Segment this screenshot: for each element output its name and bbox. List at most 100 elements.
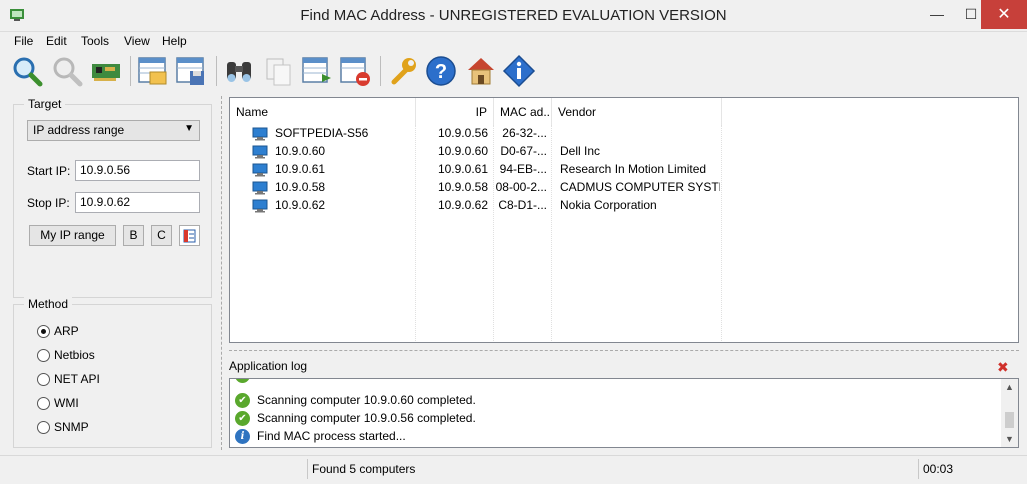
table-row[interactable]: 10.9.0.58 10.9.0.58 08-00-2... CADMUS CO… (230, 179, 1018, 197)
export-list-icon[interactable] (300, 54, 334, 88)
radio-button[interactable] (37, 421, 50, 434)
cell-ip: 10.9.0.56 (437, 126, 488, 140)
my-ip-range-button[interactable]: My IP range (29, 225, 116, 246)
menu-view[interactable]: View (124, 34, 150, 48)
log-line: ✔ Scanning computer 10.9.0.60 completed. (235, 392, 995, 410)
log-text: Scanning computer 10.9.0.56 completed. (257, 411, 476, 425)
save-list-icon[interactable] (174, 54, 208, 88)
title-bar: Find MAC Address - UNREGISTERED EVALUATI… (0, 0, 1027, 32)
close-button[interactable]: ✕ (981, 0, 1027, 29)
results-list[interactable]: Name IP MAC ad... Vendor SOFTPEDIA-S56 1… (229, 97, 1019, 343)
log-text: Scanning computer 10.9.0.60 completed. (257, 393, 476, 407)
computer-icon (252, 127, 268, 141)
radio-button[interactable] (37, 349, 50, 362)
table-row[interactable]: SOFTPEDIA-S56 10.9.0.56 26-32-... (230, 125, 1018, 143)
find-mac-icon[interactable] (10, 54, 44, 88)
cell-vendor: Dell Inc (560, 144, 601, 158)
log-line-partial: ✔ (235, 379, 995, 385)
column-vendor[interactable]: Vendor (552, 98, 722, 125)
radio-button[interactable] (37, 325, 50, 338)
menu-file[interactable]: File (14, 34, 33, 48)
radio-button[interactable] (37, 373, 50, 386)
chevron-down-icon: ▼ (184, 123, 194, 134)
status-pane-empty (0, 459, 307, 479)
table-row[interactable]: 10.9.0.62 10.9.0.62 C8-D1-... Nokia Corp… (230, 197, 1018, 215)
log-title: Application log (229, 359, 308, 373)
log-scrollbar[interactable]: ▲ ▼ (1001, 379, 1018, 447)
home-icon[interactable] (464, 54, 498, 88)
cell-mac: 26-32-... (502, 126, 547, 140)
method-option-label: SNMP (54, 420, 89, 434)
stop-search-icon[interactable] (50, 54, 84, 88)
method-option-label: ARP (54, 324, 79, 338)
method-option-label: NET API (54, 372, 100, 386)
horizontal-splitter[interactable] (229, 350, 1019, 351)
find-binoculars-icon[interactable] (222, 54, 256, 88)
column-mac[interactable]: MAC ad... (494, 98, 552, 125)
start-ip-field[interactable]: 10.9.0.56 (75, 160, 200, 181)
computer-icon (252, 145, 268, 159)
menu-edit[interactable]: Edit (46, 34, 67, 48)
range-type-value: IP address range (33, 123, 125, 137)
log-line: i Find MAC process started... (235, 428, 995, 446)
computer-icon (252, 163, 268, 177)
minimize-button[interactable]: — (920, 0, 954, 29)
cell-vendor (560, 126, 720, 142)
cell-ip: 10.9.0.60 (437, 144, 488, 158)
class-c-button[interactable]: C (151, 225, 172, 246)
cell-vendor: CADMUS COMPUTER SYSTE... (560, 180, 720, 194)
class-b-button[interactable]: B (123, 225, 144, 246)
list-header: Name IP MAC ad... Vendor (230, 98, 1018, 125)
ip-list-button[interactable] (179, 225, 200, 246)
toolbar: ? (0, 52, 1027, 92)
scroll-thumb[interactable] (1005, 412, 1014, 428)
about-info-icon[interactable] (502, 54, 536, 88)
svg-text:?: ? (435, 61, 447, 83)
options-wrench-icon[interactable] (386, 54, 420, 88)
start-ip-label: Start IP: (27, 164, 71, 178)
log-text: Find MAC process started... (257, 429, 406, 443)
scroll-up-icon[interactable]: ▲ (1001, 379, 1018, 395)
radio-button[interactable] (37, 397, 50, 410)
cell-name: SOFTPEDIA-S56 (275, 126, 369, 140)
target-group: Target IP address range ▼ Start IP: 10.9… (13, 97, 212, 298)
open-list-icon[interactable] (136, 54, 170, 88)
vertical-splitter[interactable] (221, 96, 222, 450)
cell-ip: 10.9.0.58 (437, 180, 488, 194)
cell-ip: 10.9.0.62 (437, 198, 488, 212)
success-icon: ✔ (235, 379, 250, 383)
menu-help[interactable]: Help (162, 34, 187, 48)
toolbar-separator (380, 56, 381, 86)
range-type-select[interactable]: IP address range ▼ (27, 120, 200, 141)
target-group-title: Target (24, 97, 66, 111)
network-card-icon[interactable] (90, 54, 124, 88)
menu-tools[interactable]: Tools (81, 34, 109, 48)
cell-name: 10.9.0.62 (275, 198, 326, 212)
success-icon: ✔ (235, 393, 250, 408)
window-title: Find MAC Address - UNREGISTERED EVALUATI… (300, 7, 727, 24)
help-icon[interactable]: ? (424, 54, 458, 88)
table-row[interactable]: 10.9.0.60 10.9.0.60 D0-67-... Dell Inc (230, 143, 1018, 161)
table-row[interactable]: 10.9.0.61 10.9.0.61 94-EB-... Research I… (230, 161, 1018, 179)
cell-name: 10.9.0.61 (275, 162, 326, 176)
scroll-down-icon[interactable]: ▼ (1001, 431, 1018, 447)
method-option-label: WMI (54, 396, 79, 410)
stop-ip-field[interactable]: 10.9.0.62 (75, 192, 200, 213)
status-message: Found 5 computers (307, 459, 918, 479)
delete-list-icon[interactable] (338, 54, 372, 88)
column-name[interactable]: Name (230, 98, 416, 125)
computer-icon (252, 199, 268, 213)
cell-mac: 08-00-2... (495, 180, 547, 194)
application-log[interactable]: ✔ ✔ Scanning computer 10.9.0.60 complete… (229, 378, 1019, 448)
cell-vendor: Research In Motion Limited (560, 162, 707, 176)
method-group: Method ARP Netbios NET API WMI SNMP (13, 297, 212, 448)
cell-mac: C8-D1-... (498, 198, 547, 212)
success-icon: ✔ (235, 411, 250, 426)
column-ip[interactable]: IP (416, 98, 494, 125)
copy-icon[interactable] (262, 54, 296, 88)
ip-list-icon (183, 229, 196, 243)
cell-ip: 10.9.0.61 (437, 162, 488, 176)
toolbar-separator (130, 56, 131, 86)
close-log-icon[interactable]: ✖ (997, 359, 1009, 376)
cell-name: 10.9.0.60 (275, 144, 326, 158)
